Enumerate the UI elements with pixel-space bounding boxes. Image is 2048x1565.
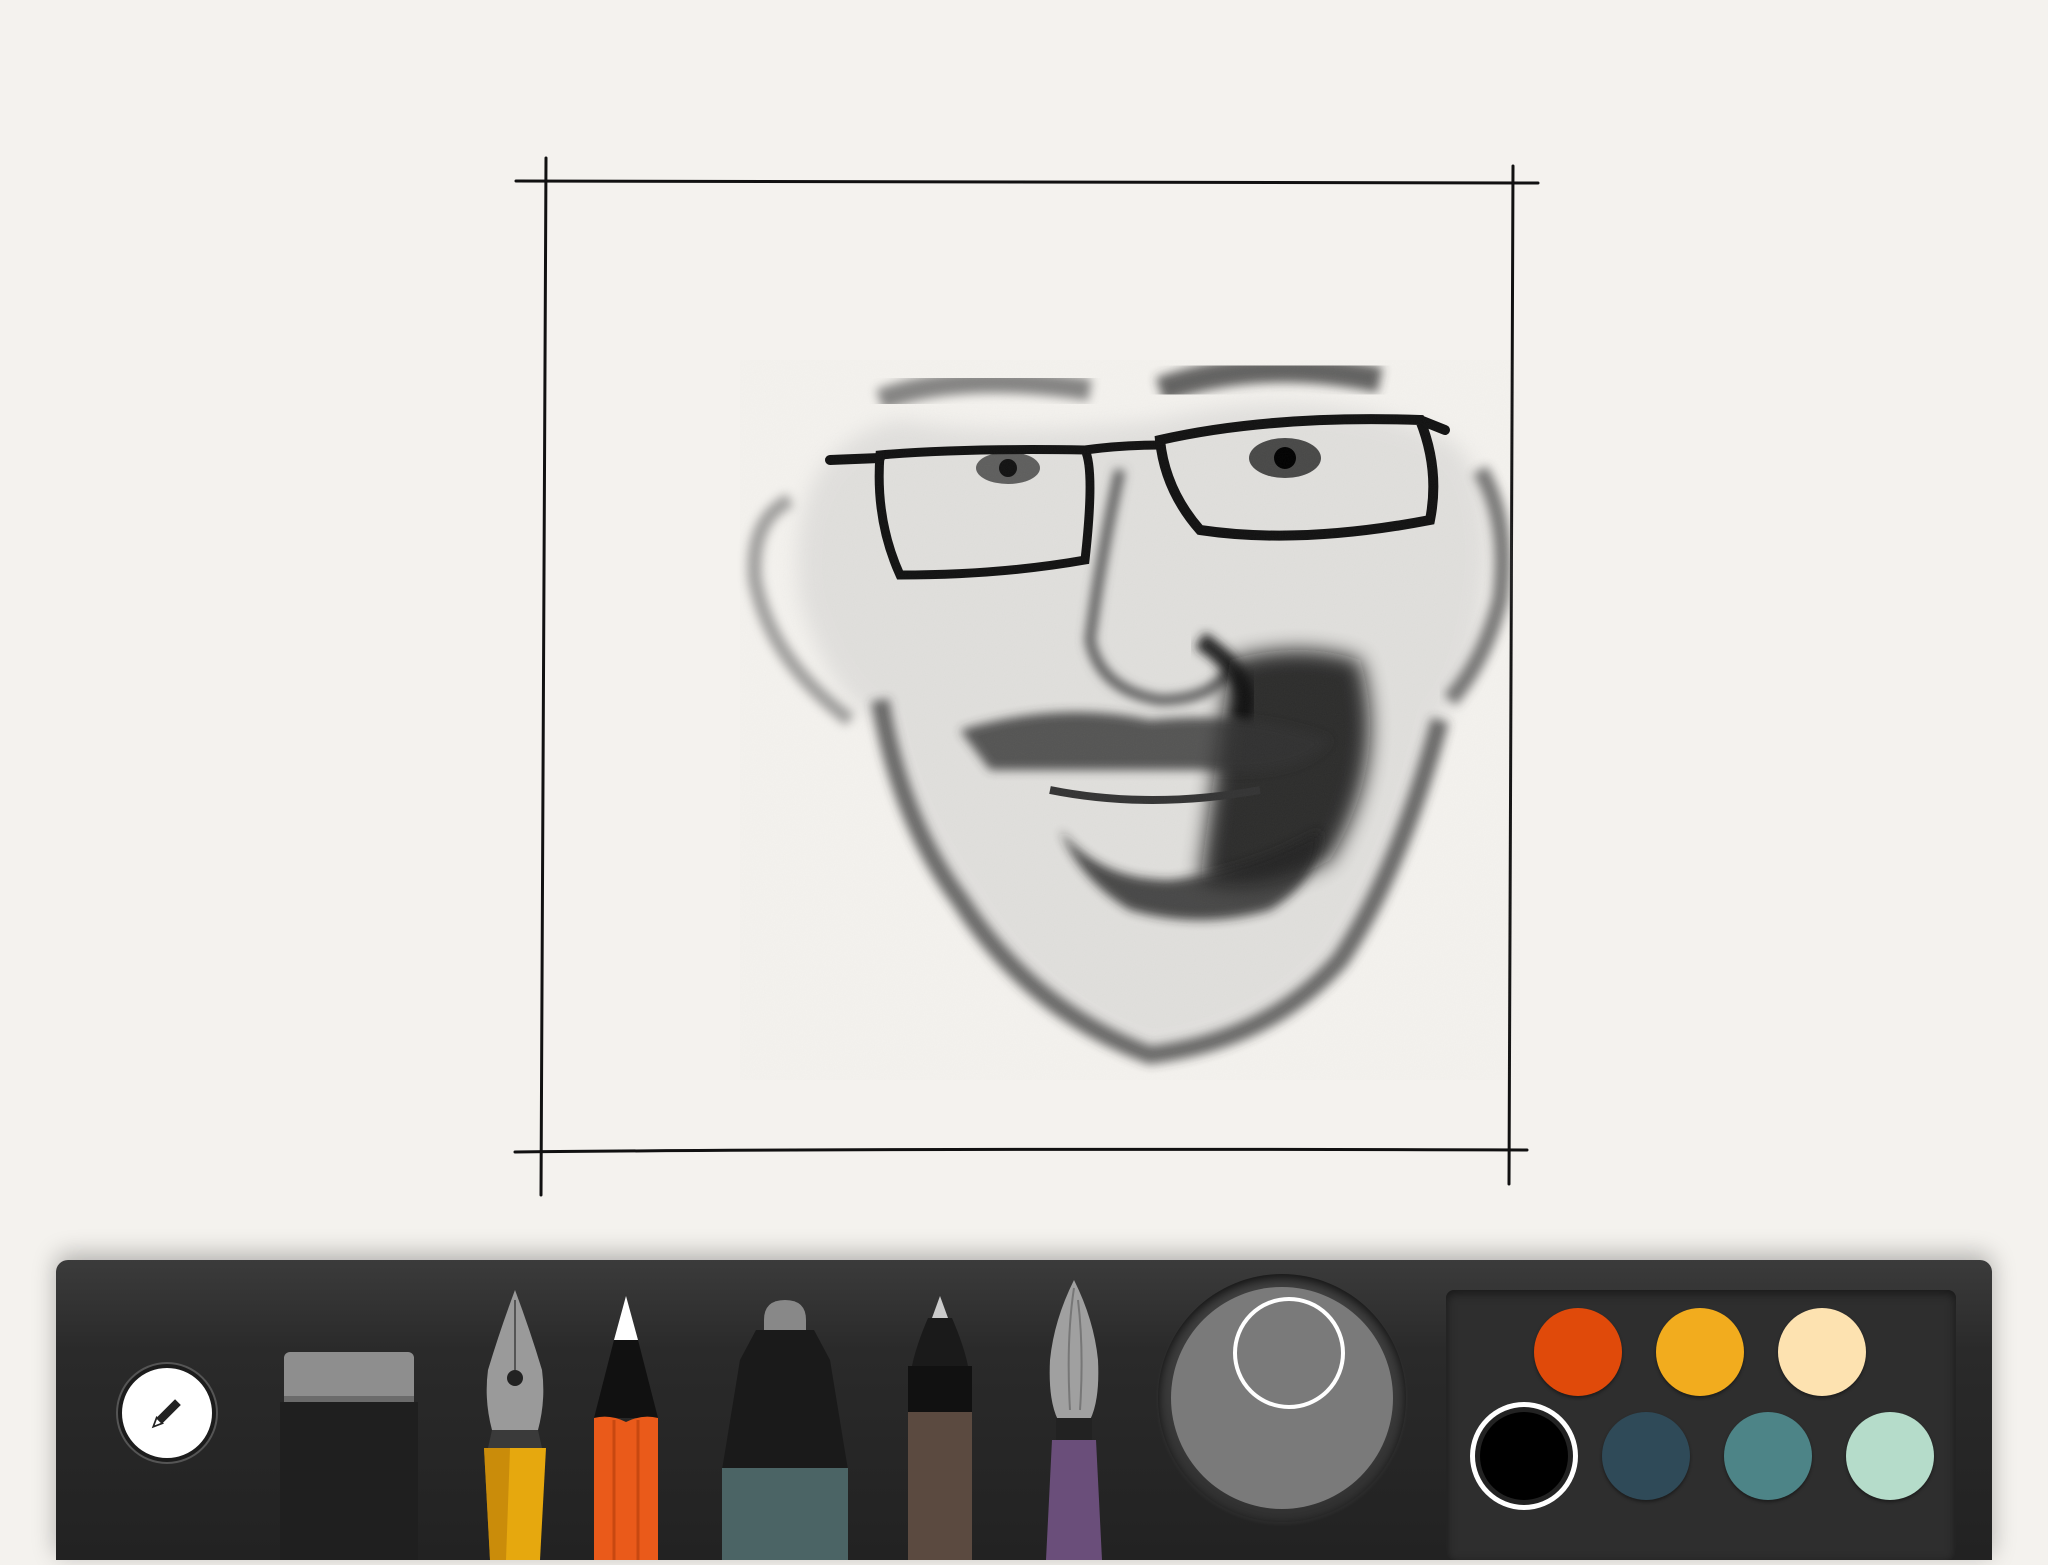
marker-tool[interactable] — [722, 1300, 848, 1560]
color-mixer[interactable] — [1158, 1274, 1406, 1522]
fineliner-tool[interactable] — [902, 1296, 978, 1560]
color-swatch[interactable] — [1724, 1412, 1812, 1500]
color-swatch[interactable] — [1846, 1412, 1934, 1500]
pencil-tool[interactable] — [586, 1296, 666, 1560]
fineliner-icon — [908, 1296, 972, 1560]
tool-menu-button[interactable] — [118, 1364, 216, 1462]
color-swatch[interactable] — [1534, 1308, 1622, 1396]
eraser-icon — [280, 1352, 418, 1560]
pencil-tool-icon — [594, 1296, 658, 1560]
current-color-indicator[interactable] — [1233, 1297, 1345, 1409]
color-swatch[interactable] — [1480, 1412, 1568, 1500]
portrait-sketch — [740, 356, 1520, 1080]
watercolor-brush-tool[interactable] — [1036, 1280, 1112, 1560]
color-swatch[interactable] — [1656, 1308, 1744, 1396]
color-palette — [1446, 1290, 1956, 1560]
mixer-well[interactable] — [1171, 1287, 1393, 1509]
brush-icon — [1046, 1280, 1102, 1560]
color-swatch[interactable] — [1778, 1308, 1866, 1396]
fountain-pen-icon — [484, 1290, 546, 1560]
fountain-pen-tool[interactable] — [470, 1290, 560, 1560]
tool-tray — [56, 1260, 1992, 1560]
eraser-tool[interactable] — [280, 1350, 418, 1560]
pencil-icon — [151, 1399, 181, 1429]
color-swatch[interactable] — [1602, 1412, 1690, 1500]
marker-icon — [722, 1300, 848, 1560]
